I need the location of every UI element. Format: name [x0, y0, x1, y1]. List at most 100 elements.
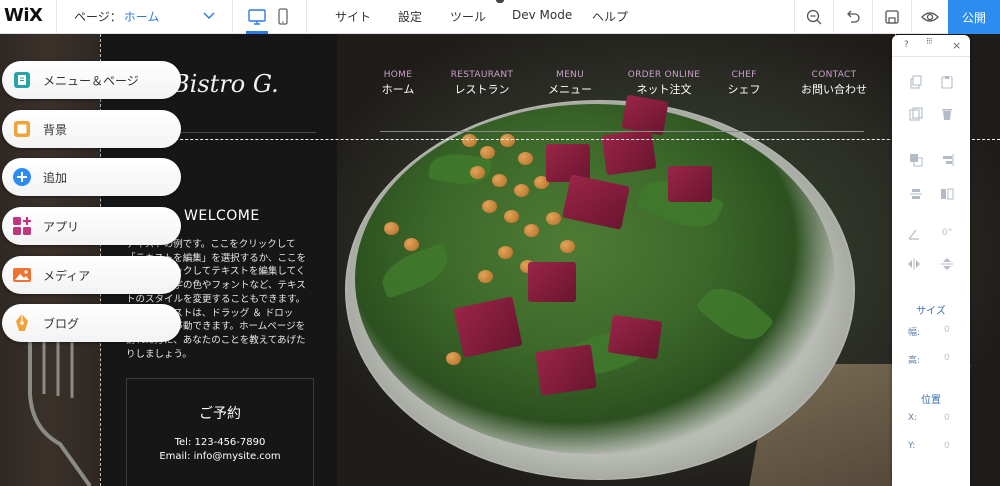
- zoom-icon: [806, 9, 822, 25]
- nav-menu[interactable]: MENU メニュー: [540, 70, 600, 97]
- nav-restaurant[interactable]: RESTAURANT レストラン: [446, 70, 518, 97]
- height-field[interactable]: 0: [944, 353, 950, 363]
- nav-order-online[interactable]: ORDER ONLINE ネット注文: [624, 70, 704, 97]
- nav-order-online-ja: ネット注文: [636, 83, 692, 96]
- beet-shape: [607, 314, 663, 360]
- align-icon[interactable]: [940, 153, 954, 167]
- add-label: 追加: [43, 170, 68, 185]
- size-section-title: サイズ: [916, 306, 946, 317]
- add-icon: [11, 166, 33, 188]
- background-button[interactable]: 背景: [2, 110, 181, 148]
- mobile-view-icon[interactable]: [274, 6, 292, 28]
- add-button[interactable]: 追加: [2, 158, 181, 196]
- x-field[interactable]: 0: [944, 413, 950, 423]
- distribute-icon[interactable]: [909, 187, 923, 201]
- flip-vertical-icon[interactable]: [940, 257, 954, 271]
- active-view-indicator: [246, 31, 268, 34]
- chickpea-shape: [404, 238, 419, 251]
- menus-pages-label: メニュー＆ページ: [43, 73, 139, 88]
- match-size-icon[interactable]: [940, 187, 954, 201]
- chevron-down-icon[interactable]: [202, 8, 216, 22]
- width-field[interactable]: 0: [944, 325, 950, 335]
- nav-menu-ja: メニュー: [548, 83, 592, 96]
- rotate-icon[interactable]: [907, 227, 921, 241]
- trash-icon[interactable]: [940, 107, 954, 121]
- chickpea-shape: [524, 224, 539, 237]
- reservation-tel: Tel: 123-456-7890: [174, 437, 266, 448]
- beet-shape: [601, 128, 657, 176]
- menus-pages-icon: [11, 69, 33, 91]
- y-label: Y:: [908, 441, 916, 451]
- chickpea-shape: [500, 134, 515, 147]
- page-selector-label: ページ：: [74, 10, 122, 24]
- menus-pages-button[interactable]: メニュー＆ページ: [2, 61, 181, 99]
- inspector-panel[interactable]: ? ⁝⁝⁝ × 0° サイズ 幅: 0 高: 0 位置 X: 0 Y: 0: [892, 35, 970, 486]
- undo-icon: [847, 10, 860, 23]
- menu-dev-mode[interactable]: Dev Mode: [512, 8, 572, 22]
- blog-button[interactable]: ブログ: [2, 304, 181, 342]
- welcome-heading[interactable]: WELCOME: [184, 208, 260, 224]
- beet-shape: [668, 166, 712, 202]
- desktop-view-icon[interactable]: [246, 6, 268, 28]
- chickpea-shape: [482, 200, 497, 213]
- media-icon: [11, 264, 33, 286]
- divider: [232, 0, 233, 34]
- menu-help[interactable]: ヘルプ: [592, 8, 628, 25]
- chickpea-shape: [480, 146, 495, 159]
- apps-label: アプリ: [43, 219, 80, 234]
- arrange-icon[interactable]: [909, 153, 923, 167]
- save-button[interactable]: [873, 0, 911, 34]
- nav-chef-ja: シェフ: [727, 83, 761, 96]
- chickpea-shape: [470, 166, 485, 179]
- beet-shape: [528, 262, 576, 302]
- nav-contact-en: CONTACT: [811, 70, 857, 80]
- reservation-box[interactable]: ご予約 Tel: 123-456-7890 Email: info@mysite…: [126, 378, 314, 486]
- y-field[interactable]: 0: [944, 441, 950, 451]
- preview-button[interactable]: [911, 0, 949, 34]
- rotation-value[interactable]: 0°: [942, 228, 952, 238]
- chickpea-shape: [560, 240, 575, 253]
- chickpea-shape: [514, 184, 529, 197]
- x-label: X:: [908, 413, 918, 423]
- help-button[interactable]: ?: [904, 40, 909, 50]
- menu-site[interactable]: サイト: [335, 8, 371, 25]
- page-selector[interactable]: ページ： ホーム: [74, 8, 159, 25]
- height-label: 高:: [908, 356, 921, 366]
- page-selector-value: ホーム: [123, 10, 160, 24]
- guide-line-horizontal[interactable]: [100, 139, 1000, 140]
- undo-button[interactable]: [834, 0, 872, 34]
- nav-home[interactable]: HOME ホーム: [380, 70, 416, 97]
- publish-button[interactable]: 公開: [948, 0, 1000, 34]
- menu-tools[interactable]: ツール: [450, 8, 486, 25]
- drag-handle-icon[interactable]: ⁝⁝⁝: [926, 37, 933, 47]
- chickpea-shape: [546, 212, 561, 225]
- menu-settings[interactable]: 設定: [398, 8, 422, 25]
- nav-contact[interactable]: CONTACT お問い合わせ: [796, 70, 872, 97]
- nav-chef-en: CHEF: [731, 70, 757, 80]
- divider: [56, 0, 57, 34]
- beet-shape: [535, 344, 597, 396]
- nav-home-en: HOME: [383, 70, 413, 80]
- copy-icon[interactable]: [909, 75, 923, 89]
- inspector-header: ? ⁝⁝⁝ ×: [892, 35, 970, 57]
- flip-horizontal-icon[interactable]: [907, 257, 921, 271]
- menu-indicator: [496, 0, 504, 3]
- wix-logo[interactable]: WiX: [4, 5, 43, 26]
- reservation-email: Email: info@mysite.com: [159, 451, 281, 462]
- apps-button[interactable]: アプリ: [2, 207, 181, 245]
- site-brand[interactable]: Bistro G.: [172, 70, 279, 98]
- chickpea-shape: [446, 352, 461, 365]
- duplicate-icon[interactable]: [909, 107, 923, 121]
- background-label: 背景: [43, 122, 68, 137]
- blog-label: ブログ: [43, 316, 80, 331]
- nav-order-online-en: ORDER ONLINE: [627, 70, 701, 80]
- zoom-button[interactable]: [795, 0, 833, 34]
- fork-image: [28, 334, 92, 486]
- nav-restaurant-ja: レストラン: [454, 83, 510, 96]
- chickpea-shape: [478, 270, 493, 283]
- nav-chef[interactable]: CHEF シェフ: [720, 70, 768, 97]
- paste-icon[interactable]: [940, 75, 954, 89]
- chickpea-shape: [504, 210, 519, 223]
- media-button[interactable]: メディア: [2, 256, 181, 294]
- close-button[interactable]: ×: [952, 39, 961, 52]
